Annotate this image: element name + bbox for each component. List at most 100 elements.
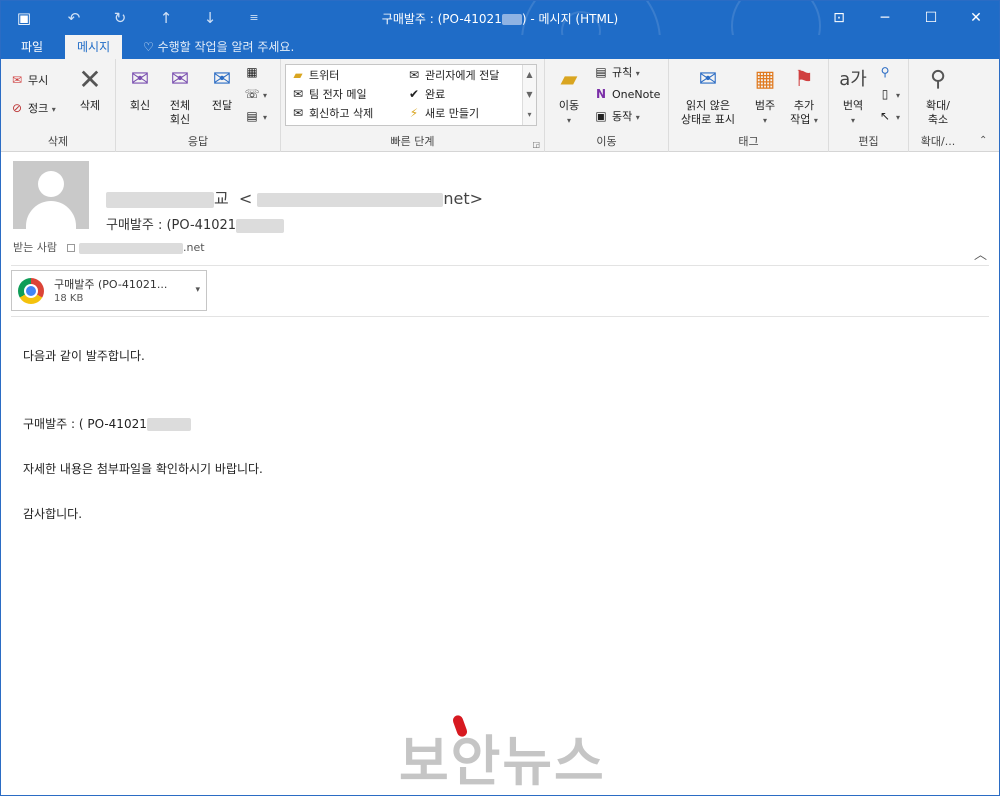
forward-button[interactable]: ✉ 전달 bbox=[204, 65, 240, 113]
reply-delete-icon: ✉ bbox=[292, 106, 304, 120]
tell-me-box[interactable]: ♡ 수행할 작업을 알려 주세요. bbox=[143, 35, 294, 59]
outlook-message-window: ▣ ↶ ↻ ↑ ↓ ≡ 구매발주 : (PO-41021) - 메시지 (HTM… bbox=[0, 0, 1000, 796]
mark-unread-icon: ✉ bbox=[698, 67, 718, 92]
related-button[interactable]: ▯ ▾ bbox=[877, 85, 900, 103]
editing-group-label: 편집 bbox=[858, 135, 879, 148]
reply-icon: ✉ bbox=[130, 67, 150, 92]
ribbon: ✉ 무시 ⊘ 정크 ▾ ✕ 삭제 삭제 ✉ 회신 ✉ 전체 회신 ✉ 전달 ▦ … bbox=[1, 59, 999, 152]
attachment-dropdown-icon[interactable]: ▾ bbox=[195, 285, 200, 295]
sender-name: 교 bbox=[214, 189, 229, 208]
minimize-button[interactable]: ─ bbox=[862, 1, 908, 35]
quick-steps-label: 빠른 단계 bbox=[390, 135, 435, 148]
body-line-3: 자세한 내용은 첨부파일을 확인하시기 바랍니다. bbox=[23, 462, 263, 476]
find-button[interactable]: ⚲ bbox=[877, 63, 896, 81]
move-folder-icon: ▰ bbox=[560, 67, 578, 92]
im-button[interactable]: ☏ ▾ bbox=[244, 85, 267, 103]
categorize-icon: ▦ bbox=[754, 67, 776, 92]
move-button[interactable]: ▰ 이동 ▾ bbox=[551, 65, 587, 128]
sender-email: net> bbox=[443, 189, 484, 208]
rules-icon: ▤ bbox=[595, 65, 607, 79]
translate-icon: a가 bbox=[839, 69, 867, 90]
expand-gallery-icon[interactable]: ▾ bbox=[523, 105, 536, 125]
cursor-icon: ↖ bbox=[879, 109, 891, 123]
sender-email-open: < bbox=[238, 189, 253, 208]
body-line-2: 구매발주 : ( PO-41021 bbox=[23, 415, 191, 432]
respond-group: ✉ 회신 ✉ 전체 회신 ✉ 전달 ▦ ☏ ▾ ▤ ▾ 응답 bbox=[116, 59, 281, 152]
document-icon: ▯ bbox=[881, 87, 889, 101]
find-icon: ⚲ bbox=[880, 65, 890, 79]
meeting-icon: ▦ bbox=[246, 65, 258, 79]
delete-group-label: 삭제 bbox=[47, 135, 69, 148]
follow-up-button[interactable]: ⚑ 추가 작업 ▾ bbox=[785, 65, 823, 128]
editing-group: a가 번역 ▾ ⚲ ▯ ▾ ↖ ▾ 편집 bbox=[829, 59, 909, 152]
attachment-size: 18 KB bbox=[54, 293, 84, 304]
translate-button[interactable]: a가 번역 ▾ bbox=[833, 65, 873, 128]
rules-button[interactable]: ▤ 규칙 ▾ bbox=[593, 63, 639, 81]
ignore-icon: ✉ bbox=[11, 73, 23, 87]
select-button[interactable]: ↖ ▾ bbox=[877, 107, 900, 125]
ribbon-tabs: 파일 메시지 ♡ 수행할 작업을 알려 주세요. bbox=[1, 35, 999, 59]
tags-group: ✉ 읽지 않은 상태로 표시 ▦ 범주 ▾ ⚑ 추가 작업 ▾ 태그 bbox=[669, 59, 829, 152]
sender-line: 교 < net> bbox=[106, 185, 483, 209]
reply-all-button[interactable]: ✉ 전체 회신 bbox=[162, 65, 198, 127]
to-label: 받는 사람 bbox=[13, 241, 57, 254]
message-subject: 구매발주 : (PO-41021 bbox=[106, 214, 285, 233]
title-bar: ▣ ↶ ↻ ↑ ↓ ≡ 구매발주 : (PO-41021) - 메시지 (HTM… bbox=[1, 1, 999, 35]
junk-button[interactable]: ⊘ 정크 ▾ bbox=[9, 99, 56, 117]
quick-step-done[interactable]: ✔ 완료 bbox=[406, 85, 445, 103]
meeting-button[interactable]: ▦ bbox=[244, 63, 263, 81]
attachment-name: 구매발주 (PO-41021... bbox=[54, 278, 168, 291]
sender-avatar bbox=[13, 161, 89, 229]
actions-button[interactable]: ▣ 동작 ▾ bbox=[593, 107, 639, 125]
junk-icon: ⊘ bbox=[11, 101, 23, 115]
forward-icon: ✉ bbox=[212, 67, 232, 92]
scroll-down-icon[interactable]: ▼ bbox=[523, 85, 536, 105]
tab-file[interactable]: 파일 bbox=[9, 35, 55, 59]
magnifier-icon: ⚲ bbox=[929, 67, 947, 92]
actions-icon: ▣ bbox=[595, 109, 607, 123]
quick-step-twitter[interactable]: ▰ 트위터 bbox=[290, 66, 339, 84]
ignore-button[interactable]: ✉ 무시 bbox=[9, 71, 48, 89]
quick-step-to-manager[interactable]: ✉ 관리자에게 전달 bbox=[406, 66, 499, 84]
more-respond-button[interactable]: ▤ ▾ bbox=[244, 107, 267, 125]
maximize-button[interactable]: ☐ bbox=[908, 1, 954, 35]
checkmark-icon: ✔ bbox=[408, 87, 420, 101]
reply-button[interactable]: ✉ 회신 bbox=[122, 65, 158, 113]
tab-message[interactable]: 메시지 bbox=[65, 35, 123, 59]
zoom-group-label: 확대/... bbox=[920, 135, 956, 148]
attachment-chip[interactable]: 구매발주 (PO-41021... 18 KB ▾ bbox=[11, 270, 207, 311]
to-row: 받는 사람 .net bbox=[13, 239, 205, 255]
collapse-header-icon[interactable]: ︿ bbox=[974, 244, 987, 263]
team-mail-icon: ✉ bbox=[292, 87, 304, 101]
recipient-email[interactable]: .net bbox=[183, 241, 205, 254]
zoom-button[interactable]: ⚲ 확대/축소 bbox=[915, 65, 961, 127]
more-icon: ▤ bbox=[246, 109, 258, 123]
quick-step-reply-delete[interactable]: ✉ 회신하고 삭제 bbox=[290, 104, 373, 122]
flag-icon: ⚑ bbox=[794, 67, 814, 92]
quick-steps-gallery: ▰ 트위터 ✉ 관리자에게 전달 ✉ 팀 전자 메일 ✔ 완료 ✉ 회신하고 삭제 ⚡ 새로… bbox=[285, 64, 537, 126]
collapse-ribbon-icon[interactable]: ⌃ bbox=[979, 135, 987, 146]
quick-step-create-new[interactable]: ⚡ 새로 만들기 bbox=[406, 104, 479, 122]
onenote-icon: N bbox=[595, 87, 607, 101]
header-divider bbox=[11, 265, 989, 266]
forward-mail-icon: ✉ bbox=[408, 68, 420, 82]
quick-step-team-email[interactable]: ✉ 팀 전자 메일 bbox=[290, 85, 367, 103]
dialog-launcher-icon[interactable]: ◲ bbox=[532, 140, 540, 149]
chrome-icon bbox=[18, 278, 44, 304]
scroll-up-icon[interactable]: ▲ bbox=[523, 65, 536, 85]
categorize-button[interactable]: ▦ 범주 ▾ bbox=[747, 65, 783, 128]
gallery-scroll[interactable]: ▲ ▼ ▾ bbox=[522, 65, 536, 125]
body-line-4: 감사합니다. bbox=[23, 507, 83, 521]
move-group-label: 이동 bbox=[596, 135, 617, 148]
close-button[interactable]: ✕ bbox=[953, 1, 999, 35]
attachment-divider bbox=[11, 316, 989, 317]
move-group: ▰ 이동 ▾ ▤ 규칙 ▾ N OneNote ▣ 동작 ▾ 이동 bbox=[545, 59, 669, 152]
lightbulb-icon: ♡ bbox=[143, 40, 158, 54]
onenote-button[interactable]: N OneNote bbox=[593, 85, 660, 103]
ribbon-display-button[interactable]: ⊡ bbox=[816, 1, 862, 35]
folder-icon: ▰ bbox=[293, 68, 303, 82]
delete-button[interactable]: ✕ 삭제 bbox=[71, 65, 109, 113]
recipient-checkbox-icon[interactable] bbox=[67, 244, 76, 252]
mark-unread-button[interactable]: ✉ 읽지 않은 상태로 표시 bbox=[671, 65, 745, 127]
reply-all-icon: ✉ bbox=[170, 67, 190, 92]
